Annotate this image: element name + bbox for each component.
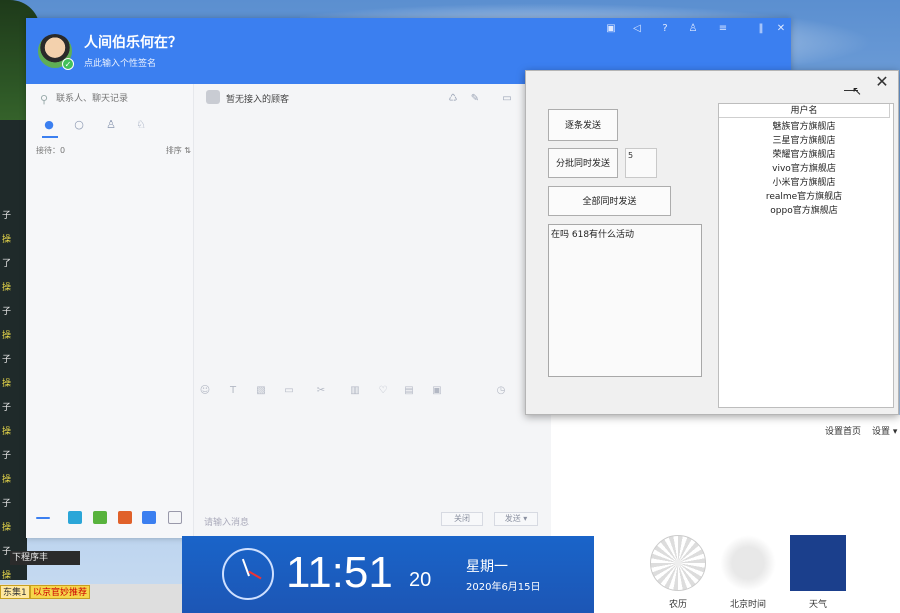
visitor-avatar-icon bbox=[206, 90, 220, 104]
user-list-header[interactable]: 用户名 bbox=[719, 104, 889, 118]
app-icon-5[interactable] bbox=[168, 511, 182, 524]
send-button[interactable]: 发送 ▾ bbox=[494, 512, 538, 526]
scissors-icon[interactable]: ✂ bbox=[314, 384, 328, 398]
user-row[interactable]: 荣耀官方旗舰店 bbox=[719, 148, 889, 162]
user-row[interactable]: oppo官方旗舰店 bbox=[719, 204, 889, 218]
tab-contact-icon[interactable]: ♙ bbox=[104, 118, 118, 132]
log-row: 了 bbox=[2, 259, 12, 269]
search-input[interactable] bbox=[56, 90, 186, 106]
log-row: 子 bbox=[2, 403, 12, 413]
column-separator[interactable] bbox=[889, 104, 890, 118]
log-row: 子 bbox=[2, 211, 12, 221]
clock-weekday: 星期一 bbox=[466, 559, 508, 575]
visitor-status: 暂无接入的顾客 bbox=[226, 95, 290, 105]
user-row[interactable]: vivo官方旗舰店 bbox=[719, 162, 889, 176]
menu-icon[interactable]: ≡ bbox=[716, 22, 730, 36]
batch-send-window: ↖ ✕ 逐条发送 分批同时发送 5 全部同时发送 在吗 618有什么活动 用户名… bbox=[525, 70, 899, 415]
history-icon[interactable]: ▥ bbox=[348, 384, 362, 398]
tab-circle-icon[interactable]: ○ bbox=[72, 118, 86, 132]
clock-time: 11:51 bbox=[286, 548, 393, 597]
set-home-link[interactable]: 设置首页 bbox=[825, 424, 861, 437]
weather-icon[interactable] bbox=[790, 535, 846, 591]
user-list[interactable]: 用户名 魅族官方旗舰店 三星官方旗舰店 荣耀官方旗舰店 vivo官方旗舰店 小米官方旗舰… bbox=[718, 103, 894, 408]
settings-link[interactable]: 设置 ▾ bbox=[872, 424, 897, 437]
log-row: 操 bbox=[2, 427, 12, 437]
log-row: 操 bbox=[2, 475, 12, 485]
log-row: 操 bbox=[2, 235, 12, 245]
tray-program[interactable]: 下程序丰 bbox=[10, 551, 80, 565]
clock-seconds: 20 bbox=[409, 569, 432, 591]
log-row: 操 bbox=[2, 379, 12, 389]
help-icon[interactable]: ? bbox=[658, 22, 672, 36]
app-icon-2[interactable] bbox=[93, 511, 107, 524]
close-icon[interactable]: ✕ bbox=[774, 22, 788, 36]
pin-icon[interactable]: ‖ bbox=[754, 22, 768, 36]
log-row: 操 bbox=[2, 523, 12, 533]
user-row[interactable]: 小米官方旗舰店 bbox=[719, 176, 889, 190]
main-menu-icon[interactable] bbox=[36, 517, 50, 519]
folder-icon[interactable]: ▭ bbox=[282, 384, 296, 398]
user-row[interactable]: realme官方旗舰店 bbox=[719, 190, 889, 204]
log-row: 操 bbox=[2, 571, 12, 581]
note-icon[interactable]: ▣ bbox=[430, 384, 444, 398]
log-row: 操 bbox=[2, 331, 12, 341]
tray-item-2[interactable]: 以京官妙推荐 bbox=[30, 585, 91, 599]
log-row: 子 bbox=[2, 307, 12, 317]
nickname: 人间伯乐何在？ bbox=[84, 35, 182, 51]
send-batch-button[interactable]: 分批同时发送 bbox=[548, 148, 618, 178]
message-textarea[interactable]: 在吗 618有什么活动 bbox=[548, 224, 702, 377]
user-row[interactable]: 三星官方旗舰店 bbox=[719, 134, 889, 148]
lunar-calendar-icon[interactable] bbox=[650, 535, 706, 591]
emoji-icon[interactable]: ☺ bbox=[198, 384, 212, 398]
log-row: 子 bbox=[2, 451, 12, 461]
message-input[interactable]: 请输入消息 bbox=[204, 515, 249, 528]
signature-field[interactable]: 点此输入个性签名 bbox=[84, 56, 156, 69]
close-icon[interactable]: ✕ bbox=[874, 74, 890, 90]
search-icon: ⚲ bbox=[40, 93, 49, 106]
image-icon[interactable]: ▧ bbox=[254, 384, 268, 398]
reception-count: 接待：0 bbox=[36, 146, 66, 155]
user-row[interactable]: 魅族官方旗舰店 bbox=[719, 120, 889, 134]
close-button[interactable]: 关闭 bbox=[441, 512, 483, 526]
send-one-by-one-button[interactable]: 逐条发送 bbox=[548, 109, 618, 141]
online-status-icon: ✓ bbox=[62, 58, 74, 70]
log-row: 操 bbox=[2, 283, 12, 293]
sound-icon[interactable]: ◁ bbox=[630, 22, 644, 36]
transfer-icon[interactable]: ♺ bbox=[446, 92, 460, 106]
app-icon-4[interactable] bbox=[142, 511, 156, 524]
mouse-cursor-icon: ↖ bbox=[852, 84, 863, 98]
edit-icon[interactable]: ✎ bbox=[468, 92, 482, 106]
app-icon[interactable]: ▣ bbox=[604, 22, 618, 36]
heart-icon[interactable]: ♡ bbox=[376, 384, 390, 398]
analog-clock-icon bbox=[222, 548, 274, 600]
app-label-weather[interactable]: 天气 bbox=[788, 597, 848, 610]
tab-chat-icon[interactable]: ● bbox=[42, 118, 56, 132]
clock-date: 2020年6月15日 bbox=[466, 582, 541, 593]
batch-count-input[interactable]: 5 bbox=[625, 148, 657, 178]
active-tab-indicator bbox=[42, 136, 58, 138]
app-label-time[interactable]: 北京时间 bbox=[718, 597, 778, 610]
log-row: 子 bbox=[2, 355, 12, 365]
app-icon-1[interactable] bbox=[68, 511, 82, 524]
china-map-icon[interactable] bbox=[720, 535, 776, 591]
doc-icon[interactable]: ▤ bbox=[402, 384, 416, 398]
log-row: 子 bbox=[2, 499, 12, 509]
video-icon[interactable]: ▭ bbox=[500, 92, 514, 106]
font-icon[interactable]: T bbox=[226, 384, 240, 398]
clock-icon[interactable]: ◷ bbox=[494, 384, 508, 398]
shirt-icon[interactable]: ♙ bbox=[686, 22, 700, 36]
app-label-lunar[interactable]: 农历 bbox=[648, 597, 708, 610]
send-all-button[interactable]: 全部同时发送 bbox=[548, 186, 671, 216]
sort-button[interactable]: 排序 ⇅ bbox=[166, 145, 191, 156]
tray-item-1[interactable]: 东集1 bbox=[0, 585, 30, 599]
app-icon-3[interactable] bbox=[118, 511, 132, 524]
background-app-log: 子操了操子操子操子操子操子操子操 bbox=[0, 120, 27, 581]
tab-group-icon[interactable]: ♘ bbox=[134, 118, 148, 132]
